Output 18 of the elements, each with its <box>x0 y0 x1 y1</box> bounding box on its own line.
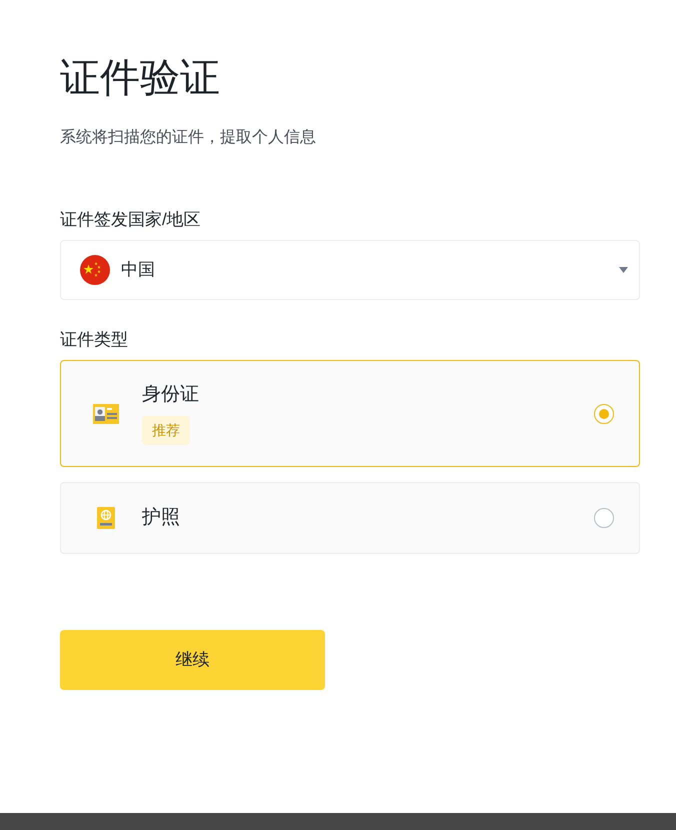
radio-button[interactable] <box>594 404 614 424</box>
selected-country: 中国 <box>121 259 155 281</box>
china-flag-icon <box>80 255 110 285</box>
caret-icon <box>619 267 628 273</box>
id-card-icon <box>93 404 119 424</box>
option-label: 身份证 <box>142 382 199 406</box>
field-label: 证件类型 <box>60 330 128 350</box>
continue-button[interactable]: 继续 <box>60 630 325 690</box>
passport-icon <box>97 507 115 529</box>
option-label: 护照 <box>142 506 180 530</box>
page-title: 证件验证 <box>60 55 220 102</box>
field-label: 证件签发国家/地区 <box>60 210 201 230</box>
document-option-card[interactable]: 护照 <box>60 482 640 554</box>
document-option-card[interactable]: 身份证 推荐 <box>60 360 640 467</box>
recommended-tag: 推荐 <box>142 416 190 444</box>
page-subtitle: 系统将扫描您的证件，提取个人信息 <box>60 128 316 148</box>
radio-button[interactable] <box>594 508 614 528</box>
country-select[interactable]: 中国 <box>60 240 640 300</box>
